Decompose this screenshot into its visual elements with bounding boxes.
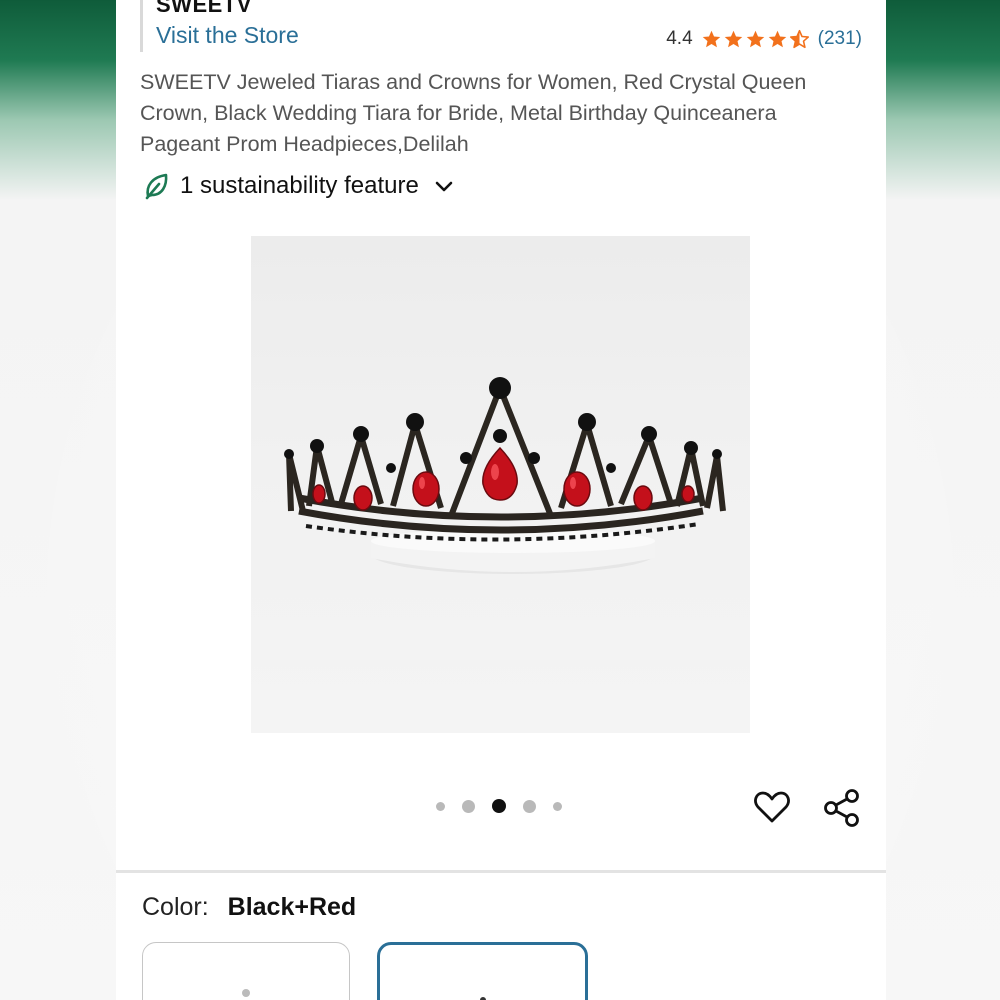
carousel-dot[interactable]	[553, 801, 562, 811]
share-icon[interactable]	[822, 788, 862, 828]
product-page: SWEETV Visit the Store 4.4 (231) SWEETV …	[116, 0, 886, 1000]
product-title: SWEETV Jeweled Tiaras and Crowns for Wom…	[140, 70, 807, 156]
carousel-dot-active[interactable]	[492, 799, 506, 813]
sustainability-toggle[interactable]: 1 sustainability feature	[144, 172, 455, 200]
brand-name: SWEETV	[156, 0, 252, 17]
color-selection: Color: Black+Red	[142, 893, 356, 922]
rating-value: 4.4	[666, 28, 693, 49]
star-icon	[724, 30, 742, 47]
visit-store-link[interactable]: Visit the Store	[156, 22, 299, 49]
swatch-thumbnail	[242, 989, 250, 997]
star-icon	[768, 30, 786, 47]
half-star-icon	[789, 29, 809, 48]
section-divider	[116, 870, 886, 873]
tiara-photo	[284, 377, 726, 574]
rating-summary[interactable]: 4.4 (231)	[666, 28, 862, 50]
star-icon	[746, 30, 764, 47]
product-image[interactable]	[251, 236, 750, 733]
brand-divider	[140, 0, 143, 52]
carousel-dot[interactable]	[462, 799, 475, 813]
sustainability-label: 1 sustainability feature	[180, 172, 419, 199]
star-rating	[701, 29, 810, 50]
heart-icon[interactable]	[753, 788, 791, 826]
color-swatch-selected[interactable]	[377, 942, 588, 1000]
review-count[interactable]: (231)	[818, 28, 862, 50]
color-label: Color:	[142, 893, 209, 921]
color-swatch[interactable]	[142, 942, 350, 1000]
store-header: SWEETV Visit the Store 4.4 (231)	[116, 0, 886, 60]
carousel-dot[interactable]	[436, 801, 445, 811]
color-value: Black+Red	[227, 893, 357, 921]
chevron-down-icon	[435, 181, 453, 192]
carousel-dot[interactable]	[523, 799, 536, 813]
star-icon	[702, 30, 720, 47]
carousel-indicator[interactable]	[436, 799, 562, 813]
leaf-icon	[145, 173, 168, 200]
